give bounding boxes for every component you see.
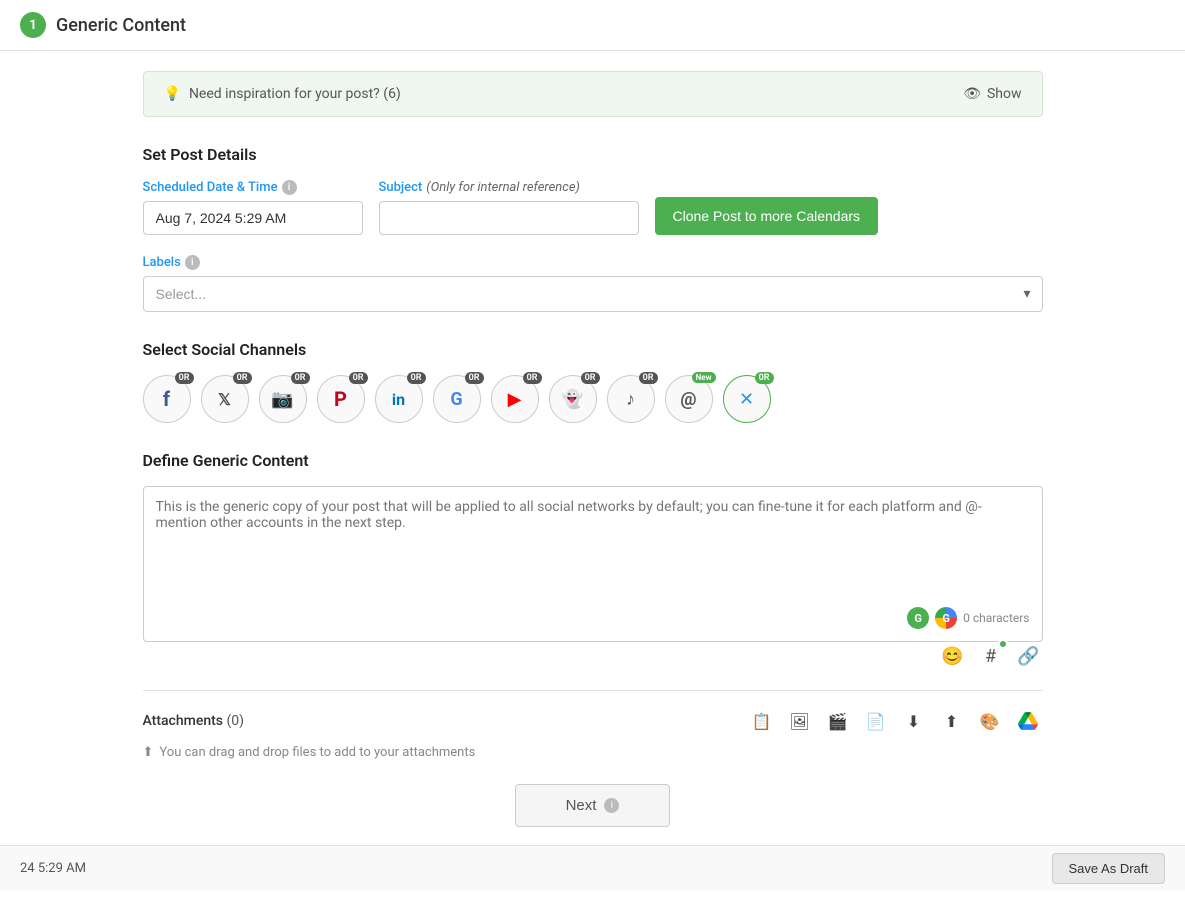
scheduled-date-label: Scheduled Date & Time i — [143, 180, 363, 195]
instagram-icon: 📷 — [271, 389, 293, 410]
labels-label: Labels i — [143, 255, 1043, 270]
subject-label: Subject (Only for internal reference) — [379, 180, 639, 195]
youtube-icon: ▶ — [508, 389, 522, 410]
xpro-icon: ✕ — [739, 389, 754, 410]
tiktok-badge: 0R — [639, 372, 658, 384]
channel-linkedin[interactable]: in 0R — [375, 375, 423, 423]
next-section: Next i — [143, 784, 1043, 827]
attach-drive-button[interactable] — [1013, 707, 1043, 735]
footer: 24 5:29 AM Save As Draft — [0, 845, 1185, 891]
content-section: Define Generic Content G G 0 characters … — [143, 451, 1043, 670]
channel-facebook[interactable]: f 0R — [143, 375, 191, 423]
next-info-icon: i — [604, 798, 619, 813]
facebook-badge: 0R — [175, 372, 194, 384]
labels-info-icon[interactable]: i — [185, 255, 200, 270]
twitter-icon: 𝕏 — [218, 390, 231, 409]
header: 1 Generic Content — [0, 0, 1185, 51]
attach-download-button[interactable]: ⬇ — [899, 707, 929, 735]
hashtag-button[interactable]: # — [977, 642, 1005, 670]
drag-drop-hint: ⬆ You can drag and drop files to add to … — [143, 745, 1043, 760]
youtube-badge: 0R — [523, 372, 542, 384]
attach-note-button[interactable]: 📋 — [747, 707, 777, 735]
channel-google[interactable]: G 0R — [433, 375, 481, 423]
step-badge: 1 — [20, 12, 46, 38]
social-channels-section: Select Social Channels f 0R 𝕏 0R 📷 0R P … — [143, 340, 1043, 423]
facebook-icon: f — [163, 387, 170, 411]
labels-select-wrapper: Select... — [143, 276, 1043, 312]
emoji-button[interactable]: 😊 — [939, 642, 967, 670]
set-post-details-title: Set Post Details — [143, 145, 1043, 164]
eye-icon: 👁 — [963, 86, 981, 102]
snapchat-badge: 0R — [581, 372, 600, 384]
save-as-draft-button[interactable]: Save As Draft — [1052, 853, 1165, 884]
tiktok-icon: ♪ — [626, 389, 635, 410]
pinterest-badge: 0R — [349, 372, 368, 384]
threads-new-badge: New — [692, 372, 716, 383]
channel-xpro[interactable]: ✕ 0R — [723, 375, 771, 423]
hashtag-icon: # — [985, 646, 996, 667]
channel-twitter[interactable]: 𝕏 0R — [201, 375, 249, 423]
google-badge: 0R — [465, 372, 484, 384]
attach-video-button[interactable]: 🎬 — [823, 707, 853, 735]
char-count: 0 characters — [963, 611, 1029, 625]
clone-post-button[interactable]: Clone Post to more Calendars — [655, 197, 879, 235]
xpro-badge: 0R — [755, 372, 774, 384]
next-button[interactable]: Next i — [515, 784, 671, 827]
content-textarea-wrapper[interactable]: G G 0 characters — [143, 486, 1043, 642]
content-textarea[interactable] — [156, 499, 1030, 599]
grammarly-multicolor-icon[interactable]: G — [935, 607, 957, 629]
attach-image-button[interactable]: 🖼 — [785, 707, 815, 735]
scheduled-date-group: Scheduled Date & Time i — [143, 180, 363, 235]
channels-row: f 0R 𝕏 0R 📷 0R P 0R in 0R — [143, 375, 1043, 423]
define-content-title: Define Generic Content — [143, 451, 1043, 470]
link-button[interactable]: 🔗 — [1015, 642, 1043, 670]
linkedin-badge: 0R — [407, 372, 426, 384]
social-channels-title: Select Social Channels — [143, 340, 1043, 359]
attach-gallery-button[interactable]: 🎨 — [975, 707, 1005, 735]
grammarly-green-icon[interactable]: G — [907, 607, 929, 629]
show-inspiration-button[interactable]: 👁 Show — [963, 86, 1021, 102]
labels-section: Labels i Select... — [143, 255, 1043, 312]
attachments-section: Attachments (0) 📋 🖼 🎬 📄 ⬇ ⬆ 🎨 — [143, 690, 1043, 760]
subject-group: Subject (Only for internal reference) — [379, 180, 639, 235]
scheduled-date-input[interactable] — [143, 201, 363, 235]
post-details-row: Scheduled Date & Time i Subject (Only fo… — [143, 180, 1043, 235]
threads-icon: @ — [680, 389, 696, 410]
inspiration-text: 💡 Need inspiration for your post? (6) — [164, 86, 401, 102]
linkedin-icon: in — [392, 390, 405, 409]
attachments-header: Attachments (0) 📋 🖼 🎬 📄 ⬇ ⬆ 🎨 — [143, 707, 1043, 735]
labels-select[interactable]: Select... — [143, 276, 1043, 312]
twitter-badge: 0R — [233, 372, 252, 384]
inspiration-banner: 💡 Need inspiration for your post? (6) 👁 … — [143, 71, 1043, 117]
hashtag-dot — [998, 639, 1008, 649]
snapchat-icon: 👻 — [561, 389, 583, 410]
channel-youtube[interactable]: ▶ 0R — [491, 375, 539, 423]
attachments-title: Attachments (0) — [143, 713, 245, 729]
attach-doc-button[interactable]: 📄 — [861, 707, 891, 735]
upload-icon: ⬆ — [143, 745, 154, 760]
footer-time: 24 5:29 AM — [20, 861, 86, 876]
channel-instagram[interactable]: 📷 0R — [259, 375, 307, 423]
content-toolbar: 😊 # 🔗 — [143, 642, 1043, 670]
channel-snapchat[interactable]: 👻 0R — [549, 375, 597, 423]
page-title: Generic Content — [56, 15, 186, 36]
channel-tiktok[interactable]: ♪ 0R — [607, 375, 655, 423]
scheduled-date-info-icon[interactable]: i — [282, 180, 297, 195]
subject-input[interactable] — [379, 201, 639, 235]
main-content: 💡 Need inspiration for your post? (6) 👁 … — [103, 51, 1083, 907]
pinterest-icon: P — [334, 387, 347, 411]
lightbulb-icon: 💡 — [164, 86, 181, 102]
channel-pinterest[interactable]: P 0R — [317, 375, 365, 423]
attachment-icons-row: 📋 🖼 🎬 📄 ⬇ ⬆ 🎨 — [747, 707, 1043, 735]
attach-upload-button[interactable]: ⬆ — [937, 707, 967, 735]
instagram-badge: 0R — [291, 372, 310, 384]
google-icon: G — [450, 389, 462, 410]
channel-threads[interactable]: @ New — [665, 375, 713, 423]
